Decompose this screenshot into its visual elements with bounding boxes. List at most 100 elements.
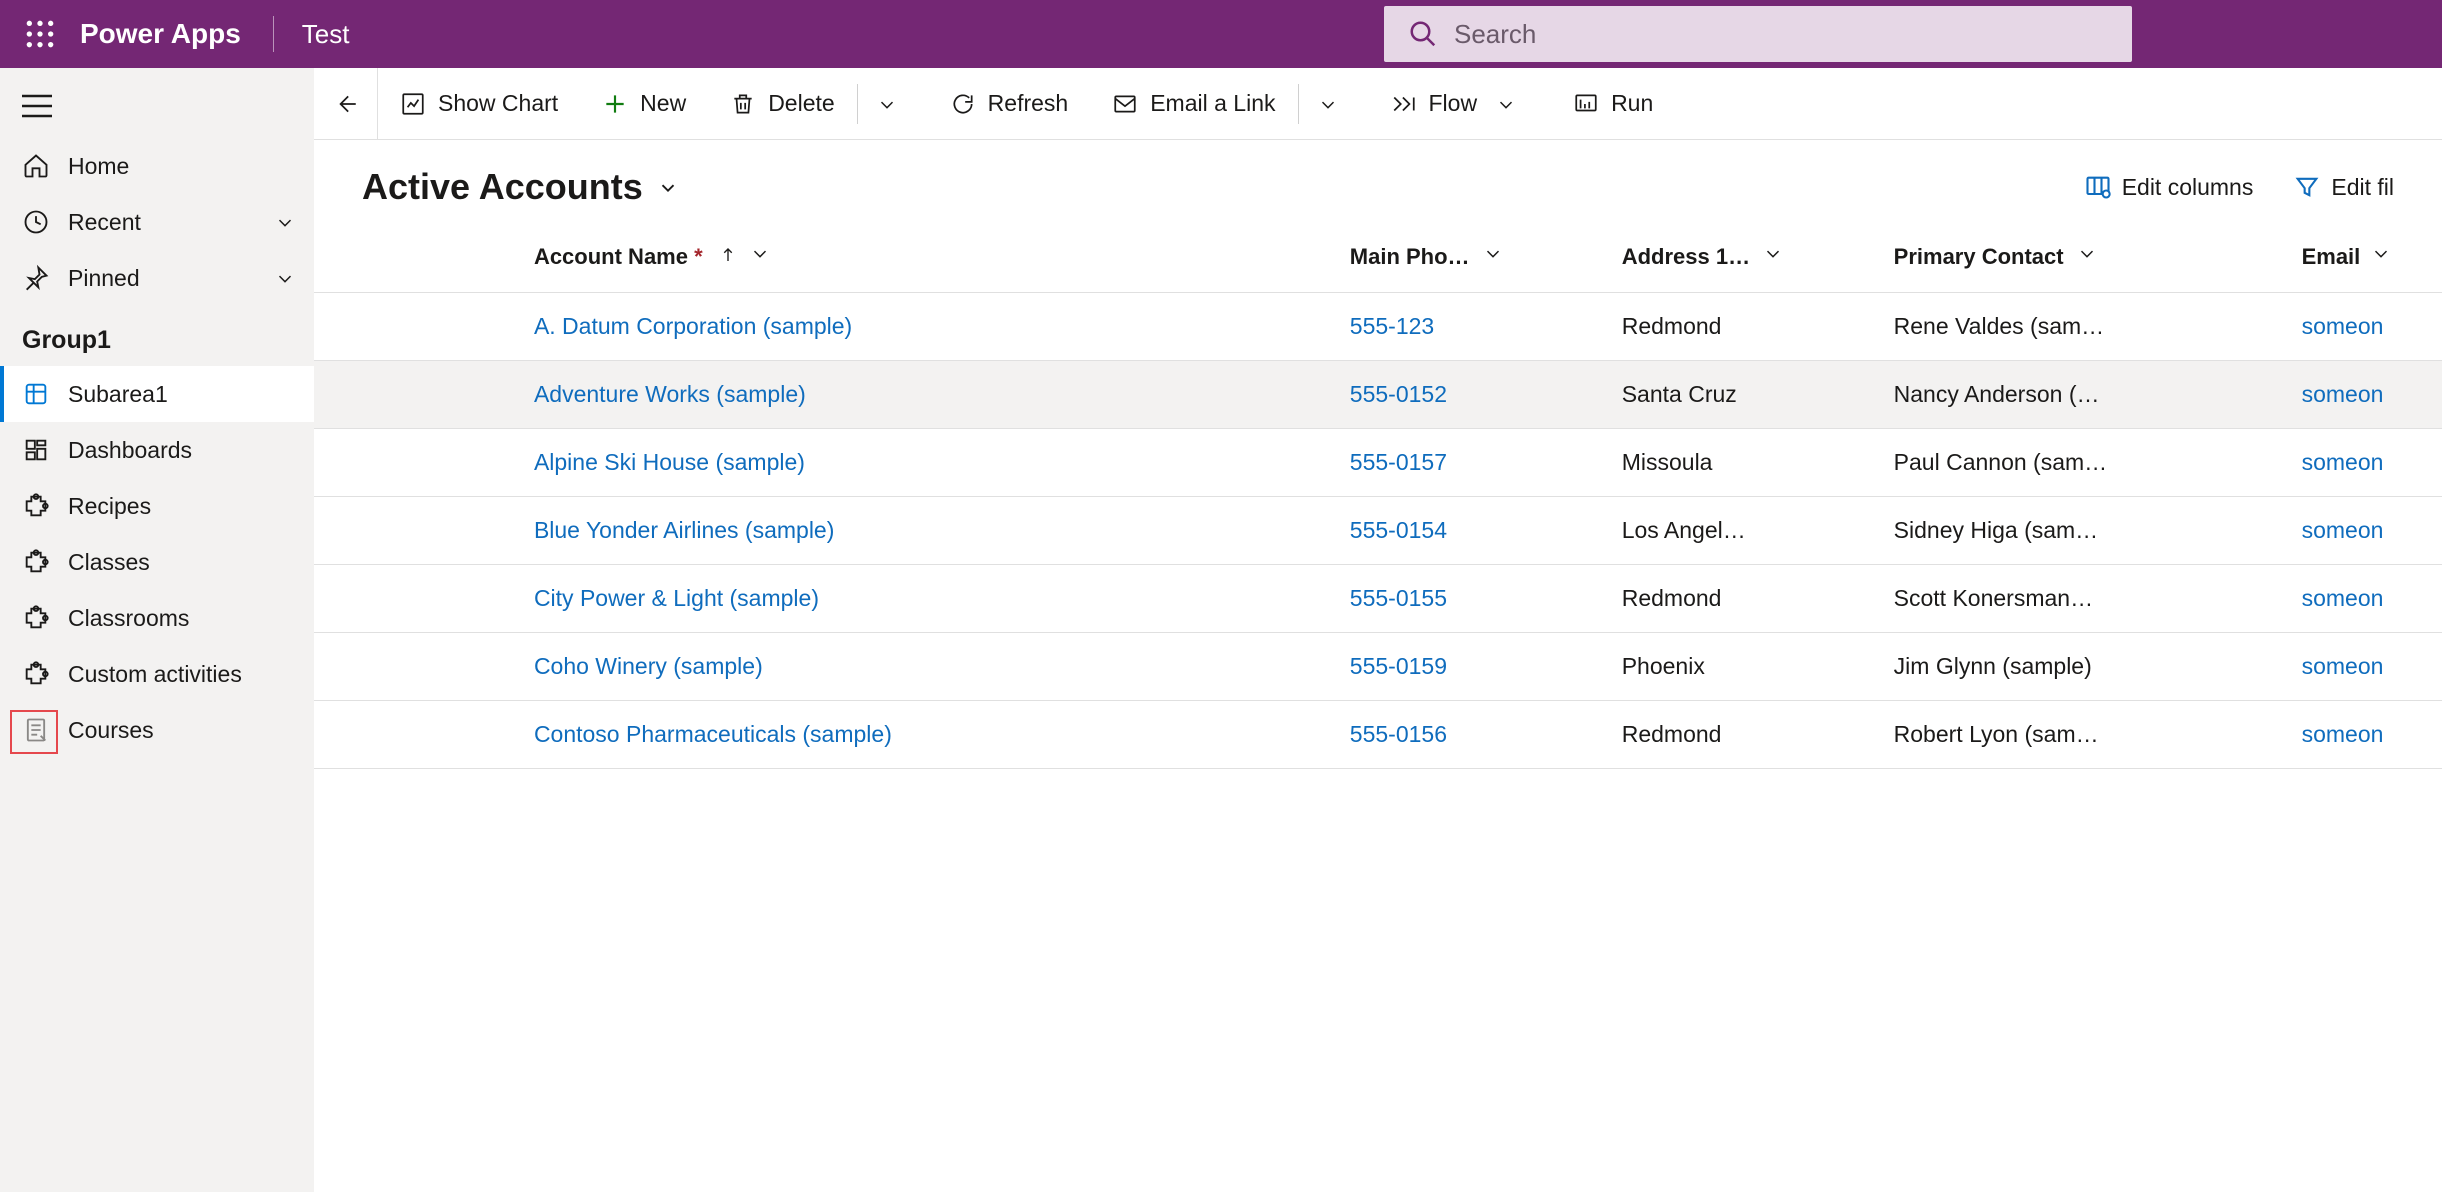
nav-home[interactable]: Home xyxy=(0,138,314,194)
row-selector[interactable] xyxy=(314,429,416,497)
cell-phone[interactable]: 555-0159 xyxy=(1334,633,1606,701)
cell-contact[interactable]: Robert Lyon (sam… xyxy=(1878,701,2286,769)
chevron-down-icon[interactable] xyxy=(1762,242,1784,264)
column-address1[interactable]: Address 1… xyxy=(1606,220,1878,293)
nav-collapse-button[interactable] xyxy=(0,78,314,134)
row-selector[interactable] xyxy=(314,293,416,361)
chevron-down-icon[interactable] xyxy=(749,242,771,264)
cmd-label: New xyxy=(640,90,686,117)
column-select-all[interactable] xyxy=(314,220,416,293)
cell-address: Redmond xyxy=(1606,293,1878,361)
cell-phone[interactable]: 555-0154 xyxy=(1334,497,1606,565)
nav-custom-activities[interactable]: Custom activities xyxy=(0,646,314,702)
cell-address: Missoula xyxy=(1606,429,1878,497)
col-label: Account Name xyxy=(534,244,688,269)
nav-recent[interactable]: Recent xyxy=(0,194,314,250)
nav-classrooms[interactable]: Classrooms xyxy=(0,590,314,646)
table-row[interactable]: A. Datum Corporation (sample)555-123Redm… xyxy=(314,293,2442,361)
cell-email[interactable]: someon xyxy=(2286,497,2442,565)
edit-filters-button[interactable]: Edit fil xyxy=(2293,173,2394,201)
chevron-down-icon[interactable] xyxy=(2370,242,2392,264)
row-selector[interactable] xyxy=(314,361,416,429)
environment-label[interactable]: Test xyxy=(302,19,350,50)
col-label: Email xyxy=(2302,244,2361,269)
nav-dashboards[interactable]: Dashboards xyxy=(0,422,314,478)
edit-columns-button[interactable]: Edit columns xyxy=(2084,173,2254,201)
puzzle-icon xyxy=(22,548,50,576)
cell-account-name[interactable]: City Power & Light (sample) xyxy=(518,565,1334,633)
table-row[interactable]: Coho Winery (sample)555-0159PhoenixJim G… xyxy=(314,633,2442,701)
column-email[interactable]: Email xyxy=(2286,220,2442,293)
column-account-name[interactable]: Account Name * xyxy=(518,220,1334,293)
nav-classes[interactable]: Classes xyxy=(0,534,314,590)
home-icon xyxy=(22,152,50,180)
chevron-down-icon[interactable] xyxy=(1482,242,1504,264)
nav-label: Classes xyxy=(68,549,150,576)
cell-contact[interactable]: Paul Cannon (sam… xyxy=(1878,429,2286,497)
form-icon xyxy=(22,716,50,744)
nav-label: Subarea1 xyxy=(68,381,168,408)
table-row[interactable]: Alpine Ski House (sample)555-0157Missoul… xyxy=(314,429,2442,497)
cmd-new[interactable]: New xyxy=(580,68,708,140)
nav-label: Classrooms xyxy=(68,605,189,632)
column-primary-contact[interactable]: Primary Contact xyxy=(1878,220,2286,293)
cell-account-name[interactable]: Coho Winery (sample) xyxy=(518,633,1334,701)
column-main-phone[interactable]: Main Pho… xyxy=(1334,220,1606,293)
search-box[interactable] xyxy=(1384,6,2132,62)
row-selector[interactable] xyxy=(314,633,416,701)
row-selector[interactable] xyxy=(314,565,416,633)
cmd-delete[interactable]: Delete xyxy=(708,68,856,140)
cell-account-name[interactable]: A. Datum Corporation (sample) xyxy=(518,293,1334,361)
nav-pinned[interactable]: Pinned xyxy=(0,250,314,306)
nav-recipes[interactable]: Recipes xyxy=(0,478,314,534)
cell-account-name[interactable]: Blue Yonder Airlines (sample) xyxy=(518,497,1334,565)
cell-phone[interactable]: 555-123 xyxy=(1334,293,1606,361)
cmd-delete-dropdown[interactable] xyxy=(858,68,928,140)
cell-account-name[interactable]: Alpine Ski House (sample) xyxy=(518,429,1334,497)
table-row[interactable]: Blue Yonder Airlines (sample)555-0154Los… xyxy=(314,497,2442,565)
cmd-flow[interactable]: Flow xyxy=(1369,68,1552,140)
cell-email[interactable]: someon xyxy=(2286,701,2442,769)
view-selector[interactable]: Active Accounts xyxy=(362,166,679,208)
nav-subarea1[interactable]: Subarea1 xyxy=(0,366,314,422)
brand-label[interactable]: Power Apps xyxy=(80,18,273,50)
cell-email[interactable]: someon xyxy=(2286,429,2442,497)
cell-email[interactable]: someon xyxy=(2286,361,2442,429)
cell-email[interactable]: someon xyxy=(2286,633,2442,701)
label: Edit columns xyxy=(2122,174,2254,201)
cmd-email-dropdown[interactable] xyxy=(1299,68,1369,140)
cell-email[interactable]: someon xyxy=(2286,565,2442,633)
cell-account-name[interactable]: Contoso Pharmaceuticals (sample) xyxy=(518,701,1334,769)
cmd-refresh[interactable]: Refresh xyxy=(928,68,1091,140)
back-button[interactable] xyxy=(314,68,378,140)
cell-address: Redmond xyxy=(1606,701,1878,769)
chevron-down-icon[interactable] xyxy=(2076,242,2098,264)
cmd-show-chart[interactable]: Show Chart xyxy=(378,68,580,140)
app-launcher-icon[interactable] xyxy=(0,0,80,68)
table-row[interactable]: City Power & Light (sample)555-0155Redmo… xyxy=(314,565,2442,633)
cmd-email-link[interactable]: Email a Link xyxy=(1090,68,1297,140)
cell-contact[interactable]: Jim Glynn (sample) xyxy=(1878,633,2286,701)
row-selector[interactable] xyxy=(314,701,416,769)
nav-courses[interactable]: Courses xyxy=(0,702,314,758)
cell-account-name[interactable]: Adventure Works (sample) xyxy=(518,361,1334,429)
chevron-down-icon xyxy=(1317,93,1351,115)
cell-contact[interactable]: Scott Konersman… xyxy=(1878,565,2286,633)
cell-contact[interactable]: Nancy Anderson (… xyxy=(1878,361,2286,429)
search-input[interactable] xyxy=(1438,6,2108,62)
cell-phone[interactable]: 555-0157 xyxy=(1334,429,1606,497)
cell-phone[interactable]: 555-0156 xyxy=(1334,701,1606,769)
cmd-label: Email a Link xyxy=(1150,90,1275,117)
cell-phone[interactable]: 555-0152 xyxy=(1334,361,1606,429)
cell-address: Los Angel… xyxy=(1606,497,1878,565)
cmd-run[interactable]: Run xyxy=(1551,68,1675,140)
cell-contact[interactable]: Sidney Higa (sam… xyxy=(1878,497,2286,565)
cell-phone[interactable]: 555-0155 xyxy=(1334,565,1606,633)
table-row[interactable]: Contoso Pharmaceuticals (sample)555-0156… xyxy=(314,701,2442,769)
row-selector[interactable] xyxy=(314,497,416,565)
cell-contact[interactable]: Rene Valdes (sam… xyxy=(1878,293,2286,361)
cmd-label: Flow xyxy=(1429,90,1478,117)
table-row[interactable]: Adventure Works (sample)555-0152Santa Cr… xyxy=(314,361,2442,429)
cell-email[interactable]: someon xyxy=(2286,293,2442,361)
nav-label: Recent xyxy=(68,209,141,236)
